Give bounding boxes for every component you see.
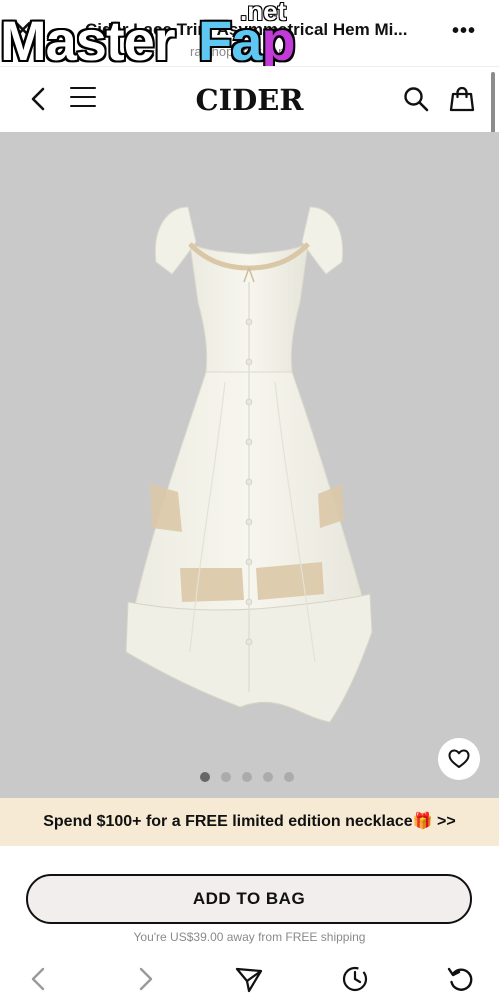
browser-url[interactable]: ra.shopcider.com	[190, 44, 289, 59]
reload-icon[interactable]	[446, 964, 476, 994]
product-image[interactable]	[0, 132, 499, 798]
browser-page-title: Cider Lace Trim Asymmetrical Hem Mi...	[85, 20, 408, 39]
chevron-left-icon[interactable]	[24, 964, 54, 994]
shipping-note: You're US$39.00 away from FREE shipping	[133, 930, 366, 944]
add-to-bag-section: ADD TO BAG You're US$39.00 away from FRE…	[0, 846, 499, 956]
chevron-right-icon[interactable]	[130, 964, 160, 994]
browser-toolbar: ✕ Cider Lace Trim Asymmetrical Hem Mi...…	[0, 0, 499, 66]
add-to-bag-button[interactable]: ADD TO BAG	[26, 874, 472, 924]
shopping-bag-icon[interactable]	[448, 85, 476, 113]
dress-illustration	[125, 206, 373, 723]
gallery-dot[interactable]	[284, 772, 294, 782]
more-icon[interactable]: •••	[452, 20, 476, 43]
gallery-pagination	[200, 772, 294, 782]
favorite-button[interactable]	[438, 738, 480, 780]
gallery-dot[interactable]	[242, 772, 252, 782]
gallery-dot[interactable]	[221, 772, 231, 782]
gallery-dot[interactable]	[263, 772, 273, 782]
send-icon[interactable]	[234, 964, 264, 994]
heart-icon	[448, 749, 470, 768]
site-header: CIDER	[0, 66, 499, 132]
close-icon[interactable]: ✕	[12, 16, 40, 44]
gallery-dot[interactable]	[200, 772, 210, 782]
promo-banner[interactable]: Spend $100+ for a FREE limited edition n…	[0, 798, 499, 846]
history-icon[interactable]	[340, 964, 370, 994]
search-icon[interactable]	[402, 85, 430, 113]
browser-bottom-nav	[0, 956, 499, 1000]
